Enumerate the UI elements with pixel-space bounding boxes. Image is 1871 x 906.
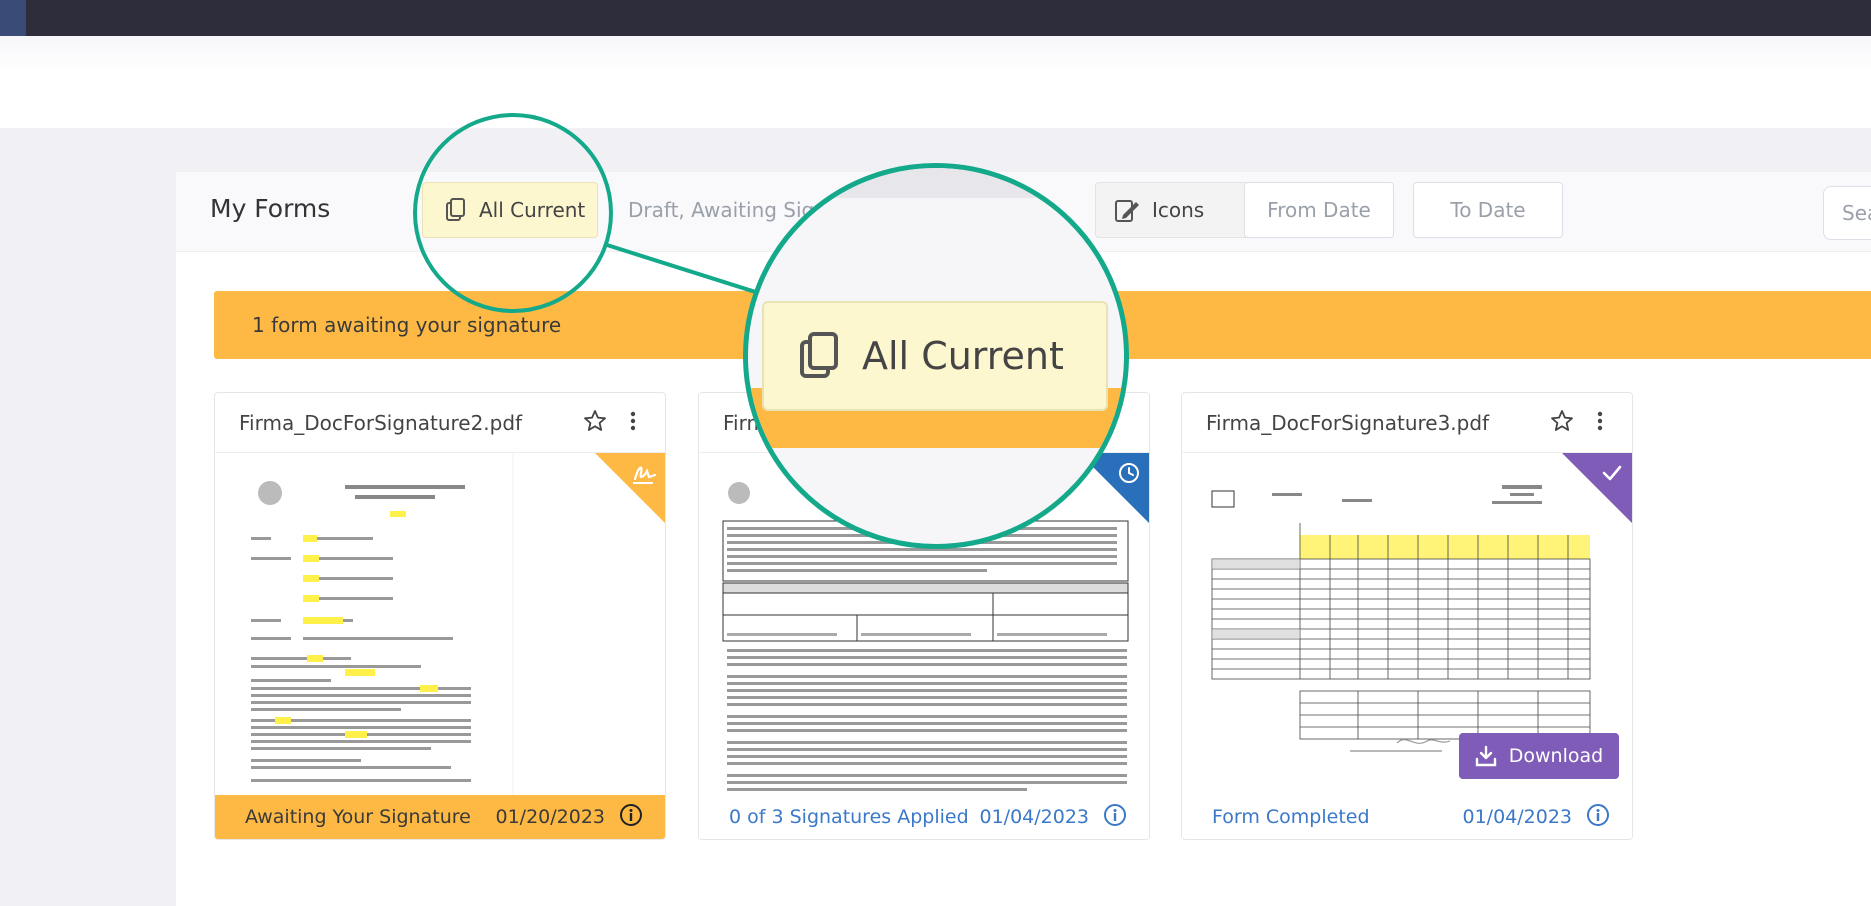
to-date-placeholder: To Date [1450,198,1526,222]
card-footer: 0 of 3 Signatures Applied 01/04/2023 [699,795,1149,839]
status-ribbon [1562,453,1632,523]
zoom-all-current-label: All Current [862,334,1064,378]
more-options-icon[interactable] [629,409,637,437]
card-date: 01/20/2023 [495,806,605,828]
header-band [0,36,1871,128]
card-title: Firma_DocForSignature2.pdf [239,411,523,435]
card-status: Form Completed [1212,806,1370,828]
banner-text: 1 form awaiting your signature [252,313,562,337]
clock-icon [1117,461,1141,489]
star-icon[interactable] [583,409,607,437]
download-label: Download [1508,745,1604,767]
info-icon[interactable] [1586,803,1610,832]
filter-all-current-button[interactable]: All Current [422,182,598,238]
more-options-icon[interactable] [1596,409,1604,437]
copy-document-icon [445,198,467,222]
top-bar-edge [0,0,26,36]
card-footer: Awaiting Your Signature 01/20/2023 [215,795,665,839]
from-date-placeholder: From Date [1267,198,1371,222]
zoom-all-current-button: All Current [762,301,1108,411]
page-title: My Forms [210,194,331,223]
app-top-bar [0,0,1871,36]
filter-draft-awaiting-label: Draft, Awaiting Sign [628,198,827,222]
to-date-input[interactable]: To Date [1413,182,1563,238]
check-icon [1600,461,1624,489]
status-ribbon [595,453,665,523]
zoom-magnifier: All Current [743,163,1129,549]
copy-document-icon [798,332,842,380]
card-status: Awaiting Your Signature [245,806,471,828]
signature-icon [631,461,657,489]
filter-icons-label: Icons [1152,198,1205,222]
star-icon[interactable] [1550,409,1574,437]
search-placeholder: Sea [1842,201,1871,225]
info-icon[interactable] [619,803,643,832]
card-header: Firma_DocForSignature2.pdf [215,393,665,453]
card-date: 01/04/2023 [979,806,1089,828]
card-status: 0 of 3 Signatures Applied [729,806,969,828]
card-footer: Form Completed 01/04/2023 [1182,795,1632,839]
info-icon[interactable] [1103,803,1127,832]
card-date: 01/04/2023 [1462,806,1572,828]
filter-all-current-label: All Current [479,198,586,222]
zoom-toolbar-strip [748,168,1124,198]
search-input[interactable]: Sea [1823,186,1871,240]
from-date-input[interactable]: From Date [1244,182,1394,238]
download-icon [1475,745,1497,767]
download-button[interactable]: Download [1459,733,1619,779]
card-title: Firma_DocForSignature3.pdf [1206,411,1490,435]
edit-document-icon [1114,197,1140,223]
form-card[interactable]: Firma_DocForSignature2.pdf Awaiting Your… [214,392,666,840]
card-header: Firma_DocForSignature3.pdf [1182,393,1632,453]
